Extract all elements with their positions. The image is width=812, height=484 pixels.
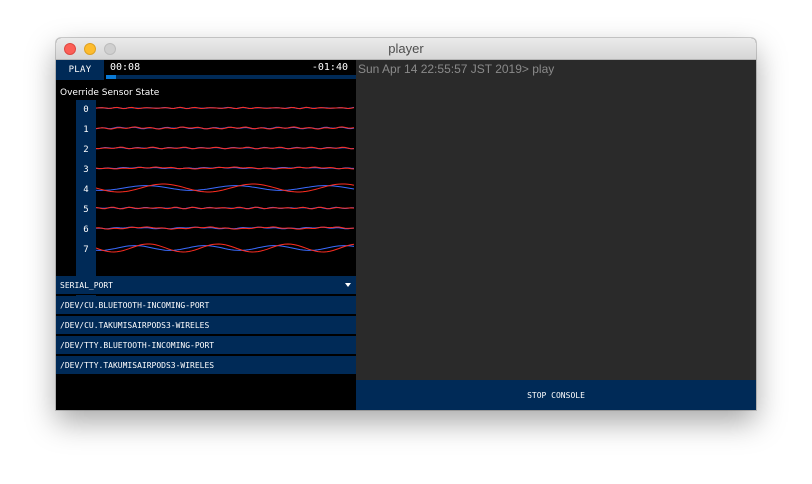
serial-port-dropdown[interactable]: SERIAL_PORT	[56, 276, 356, 295]
sensor-channel-label: 2	[83, 145, 89, 155]
sensor-channel-label: 5	[83, 205, 89, 215]
console-log-line: Sun Apr 14 22:55:57 JST 2019> play	[358, 62, 555, 76]
sensor-channel-labels: 0 1 2 3 4 5 6 7	[76, 100, 96, 296]
elapsed-time: 00:08	[110, 62, 141, 73]
serial-port-option[interactable]: /DEV/CU.BLUETOOTH-INCOMING-PORT	[56, 296, 356, 315]
serial-port-option[interactable]: /DEV/TTY.BLUETOOTH-INCOMING-PORT	[56, 336, 356, 355]
chevron-down-icon	[345, 283, 351, 287]
sensor-waveform-plot	[96, 106, 355, 253]
left-panel: PLAY 00:08 -01:40 Override Sensor State …	[56, 60, 356, 410]
serial-port-option[interactable]: /DEV/CU.TAKUMISAIRPODS3-WIRELES	[56, 316, 356, 335]
app-window: player PLAY 00:08 -01:40 Override Sensor…	[56, 38, 756, 410]
serial-port-dropdown-label: SERIAL_PORT	[60, 281, 113, 290]
sensor-channel-label: 0	[83, 105, 89, 115]
sensor-trace-red	[96, 183, 355, 193]
sensor-channel-label: 1	[83, 125, 89, 135]
progress-slider[interactable]	[106, 75, 356, 79]
console-panel: Sun Apr 14 22:55:57 JST 2019> play STOP …	[356, 60, 756, 410]
remaining-time: -01:40	[311, 62, 348, 73]
sensor-trace-red	[96, 126, 355, 130]
sensor-channel-label: 4	[83, 185, 89, 195]
serial-port-option[interactable]: /DEV/TTY.TAKUMISAIRPODS3-WIRELES	[56, 356, 356, 375]
play-button[interactable]: PLAY	[56, 60, 104, 80]
sensor-channel-label: 6	[83, 225, 89, 235]
sensor-channel-label: 7	[83, 245, 89, 255]
sensor-channel-label: 3	[83, 165, 89, 175]
progress-fill	[106, 75, 116, 79]
sensor-section-title: Override Sensor State	[60, 88, 160, 98]
title-bar: player	[56, 38, 756, 60]
main-content: PLAY 00:08 -01:40 Override Sensor State …	[56, 60, 756, 410]
sensor-trace-red	[96, 226, 355, 230]
stop-console-button[interactable]: STOP CONSOLE	[356, 380, 756, 410]
window-title: player	[388, 41, 424, 56]
